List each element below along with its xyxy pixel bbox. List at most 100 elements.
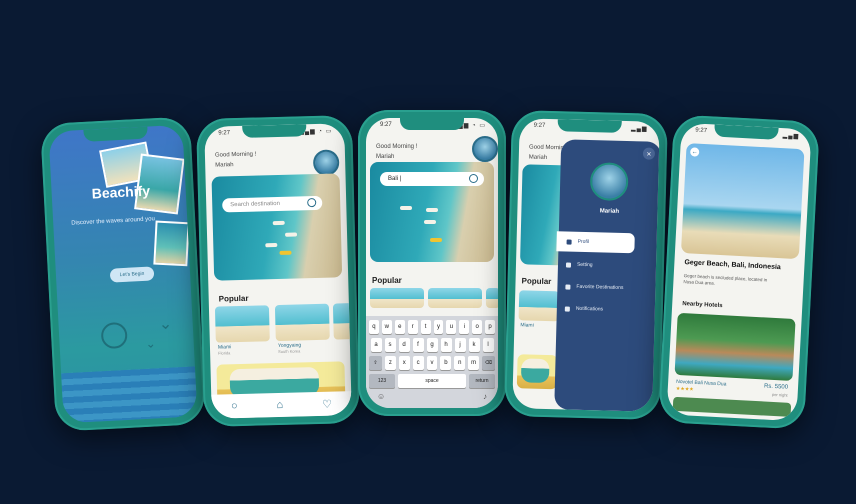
key-123[interactable]: 123: [369, 374, 395, 388]
user-icon: [566, 238, 572, 245]
destination-card-miami[interactable]: [214, 305, 270, 343]
hotel-photo-next[interactable]: [672, 396, 792, 417]
key-y[interactable]: y: [433, 320, 444, 334]
tab-bar: ○ ⌂ ♡: [211, 391, 352, 419]
keyboard-row: ⇧ z x c v b n m ⌫: [369, 356, 495, 370]
key-l[interactable]: l: [482, 338, 494, 352]
key-s[interactable]: s: [384, 338, 396, 352]
key-r[interactable]: r: [407, 320, 418, 334]
key-z[interactable]: z: [384, 356, 396, 370]
menu-item-notifications[interactable]: Notifications: [564, 305, 604, 313]
home-icon[interactable]: ⌂: [276, 399, 283, 411]
hotel-price: Rs. 5500: [763, 383, 789, 391]
phone-home: 9:27 ▂▄▆ ◔ ▭ Good Morning ! Mariah Search …: [195, 115, 361, 427]
avatar[interactable]: [312, 149, 340, 177]
place-description: Geger beach is secluded place, located i…: [683, 273, 768, 286]
phone-drawer: 9:27 ▂▄▆ Good Morning ! Mariah Popular Mia…: [504, 110, 668, 420]
keyboard-row: 123 space return: [369, 374, 495, 388]
key-m[interactable]: m: [468, 356, 480, 370]
detail-screen: 9:27 ▂▄▆ ← Geger Beach, Bali, Indonesia G…: [666, 122, 812, 422]
keyboard-row: asdfghjkl: [369, 338, 495, 352]
greeting: Good Morning ! Mariah: [376, 142, 417, 162]
key-t[interactable]: t: [420, 320, 431, 334]
search-icon: [469, 174, 478, 183]
drawer-screen: 9:27 ▂▄▆ Good Morning ! Mariah Popular Mia…: [512, 118, 660, 412]
key-x[interactable]: x: [398, 356, 410, 370]
emoji-icon[interactable]: ☺: [377, 392, 385, 401]
search-input[interactable]: Search destination: [222, 195, 323, 213]
search-input[interactable]: Bali |: [380, 172, 484, 186]
backspace-key[interactable]: ⌫: [482, 356, 495, 370]
menu-label: Setting: [576, 261, 593, 269]
menu-item-setting[interactable]: Setting: [565, 261, 593, 269]
hotel-rating: ★★★★: [675, 385, 694, 393]
card-name: Miami: [520, 322, 534, 329]
popular-heading: Popular: [372, 276, 402, 285]
phone-search: 9:27 ▂▄▆ ◔ ▭ Good Morning ! Mariah Bali | …: [358, 110, 506, 416]
menu-label: Favorite Destinations: [576, 283, 624, 291]
gear-icon: [565, 261, 572, 268]
card-caption: Yongyaing South Korea: [278, 342, 301, 355]
key-c[interactable]: c: [412, 356, 424, 370]
search-icon[interactable]: ○: [231, 400, 238, 412]
destination-card[interactable]: [486, 288, 498, 308]
boat: [265, 243, 278, 248]
key-k[interactable]: k: [468, 338, 480, 352]
destination-card-partial[interactable]: [332, 303, 352, 340]
key-v[interactable]: v: [426, 356, 438, 370]
greeting-text: Good Morning !: [376, 144, 418, 150]
keyboard-row: qwertyuiop: [368, 320, 496, 334]
key-o[interactable]: o: [472, 320, 483, 334]
waves-decoration: [61, 366, 198, 424]
key-space[interactable]: space: [398, 374, 466, 388]
key-h[interactable]: h: [440, 338, 452, 352]
status-time: 9:27: [218, 130, 231, 137]
key-a[interactable]: a: [370, 338, 382, 352]
shift-key[interactable]: ⇧: [369, 356, 382, 370]
key-d[interactable]: d: [398, 338, 410, 352]
avatar[interactable]: [472, 136, 498, 162]
key-return[interactable]: return: [469, 374, 495, 388]
status-time: 9:27: [533, 122, 546, 129]
key-n[interactable]: n: [454, 356, 466, 370]
key-u[interactable]: u: [446, 320, 457, 334]
lets-begin-button[interactable]: Let's Begin: [109, 266, 155, 283]
boat: [424, 220, 436, 224]
key-b[interactable]: b: [440, 356, 452, 370]
status-icons: ▂▄▆: [782, 133, 800, 140]
profile-avatar: [589, 162, 629, 202]
menu-item-favorite-destinations[interactable]: Favorite Destinations: [565, 283, 623, 291]
heart-icon[interactable]: ♡: [322, 397, 332, 410]
destination-card[interactable]: [428, 288, 482, 308]
van-banner[interactable]: [516, 354, 558, 390]
profile-name: Mariah: [599, 208, 620, 215]
heart-icon: [565, 283, 571, 290]
key-i[interactable]: i: [459, 320, 470, 334]
status-time: 9:27: [695, 127, 708, 135]
destination-card[interactable]: [518, 290, 560, 322]
destination-card-yongyaing[interactable]: [274, 303, 330, 342]
key-j[interactable]: j: [454, 338, 466, 352]
seagull-icon: ⌄: [158, 315, 173, 334]
boat: [430, 238, 442, 242]
key-e[interactable]: e: [394, 320, 405, 334]
key-q[interactable]: q: [368, 320, 379, 334]
menu-item-profil[interactable]: Profil: [556, 231, 635, 254]
hotel-photo[interactable]: [674, 312, 796, 381]
key-p[interactable]: p: [485, 320, 496, 334]
splash-photo-3: [153, 220, 190, 267]
destination-card[interactable]: [370, 288, 424, 308]
app-title: Beachify: [91, 182, 151, 202]
chat-icon: [564, 305, 570, 312]
menu-label: Notifications: [575, 305, 604, 313]
key-g[interactable]: g: [426, 338, 438, 352]
card-sub: South Korea: [278, 348, 301, 355]
status-icons: ▂▄▆: [631, 126, 648, 133]
notch: [83, 126, 148, 142]
key-f[interactable]: f: [412, 338, 424, 352]
key-w[interactable]: w: [381, 320, 392, 334]
close-icon[interactable]: ×: [642, 147, 656, 160]
phone-splash: Beachify Discover the waves around you L…: [40, 116, 206, 432]
microphone-icon[interactable]: ♪: [483, 392, 487, 401]
nearby-heading: Nearby Hotels: [682, 301, 723, 310]
